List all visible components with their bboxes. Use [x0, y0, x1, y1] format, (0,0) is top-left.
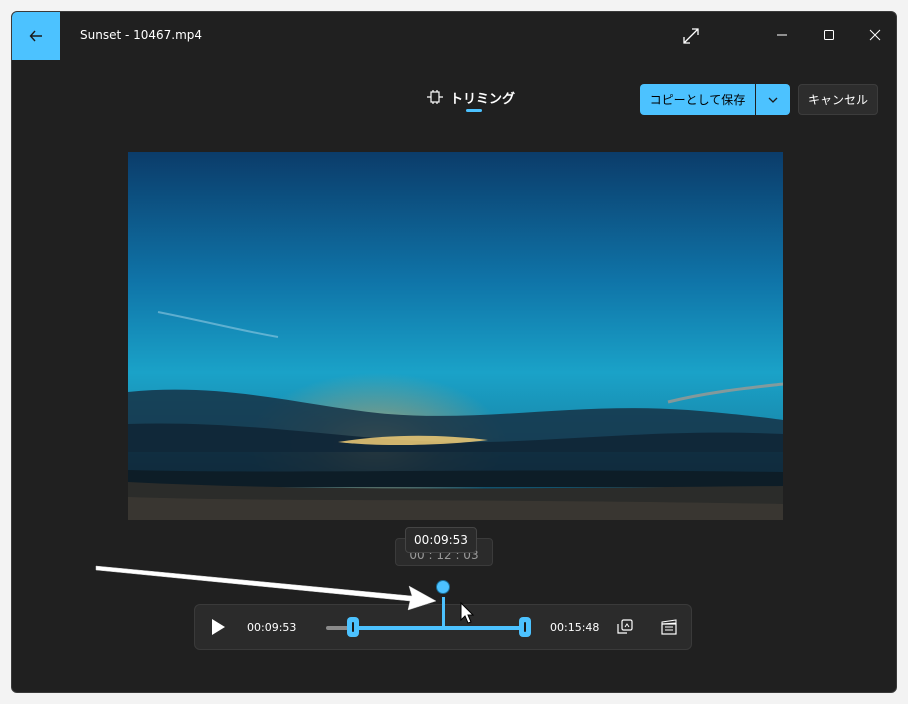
timeline-selected-range: [354, 626, 526, 630]
maximize-icon: [824, 30, 834, 40]
minimize-button[interactable]: [767, 20, 797, 50]
current-time: 00:09:53: [247, 621, 297, 634]
save-as-copy-button[interactable]: コピーとして保存: [640, 84, 755, 115]
playhead-tooltip: 00:09:53: [405, 527, 477, 553]
back-button[interactable]: [12, 12, 60, 60]
back-arrow-icon: [29, 30, 42, 42]
maximize-button[interactable]: [814, 20, 844, 50]
trim-icon: [427, 90, 443, 104]
video-preview: [128, 152, 783, 520]
save-options-dropdown[interactable]: [756, 84, 790, 115]
end-time: 00:15:48: [550, 621, 600, 634]
cancel-button[interactable]: キャンセル: [798, 84, 878, 115]
minimize-icon: [777, 34, 787, 36]
trim-start-handle[interactable]: [347, 617, 359, 637]
play-icon[interactable]: [209, 617, 227, 637]
tab-selected-indicator: [466, 109, 482, 112]
trim-end-handle[interactable]: [519, 617, 531, 637]
close-button[interactable]: [860, 20, 890, 50]
title-bar: Sunset - 10467.mp4: [12, 12, 896, 60]
fullscreen-icon[interactable]: [681, 26, 701, 46]
app-window: Sunset - 10467.mp4 トリミング コピーとして保存 キャンセル: [11, 11, 897, 693]
clapperboard-icon[interactable]: [660, 618, 678, 636]
tab-trimming-label: トリミング: [450, 91, 516, 107]
close-icon: [869, 29, 881, 41]
playhead-line: [442, 597, 445, 626]
frame-snapshot-icon[interactable]: [616, 618, 634, 636]
window-title: Sunset - 10467.mp4: [80, 28, 203, 42]
playhead-handle[interactable]: [436, 580, 450, 594]
tab-trimming[interactable]: トリミング: [426, 84, 515, 110]
chevron-down-icon: [768, 97, 778, 103]
